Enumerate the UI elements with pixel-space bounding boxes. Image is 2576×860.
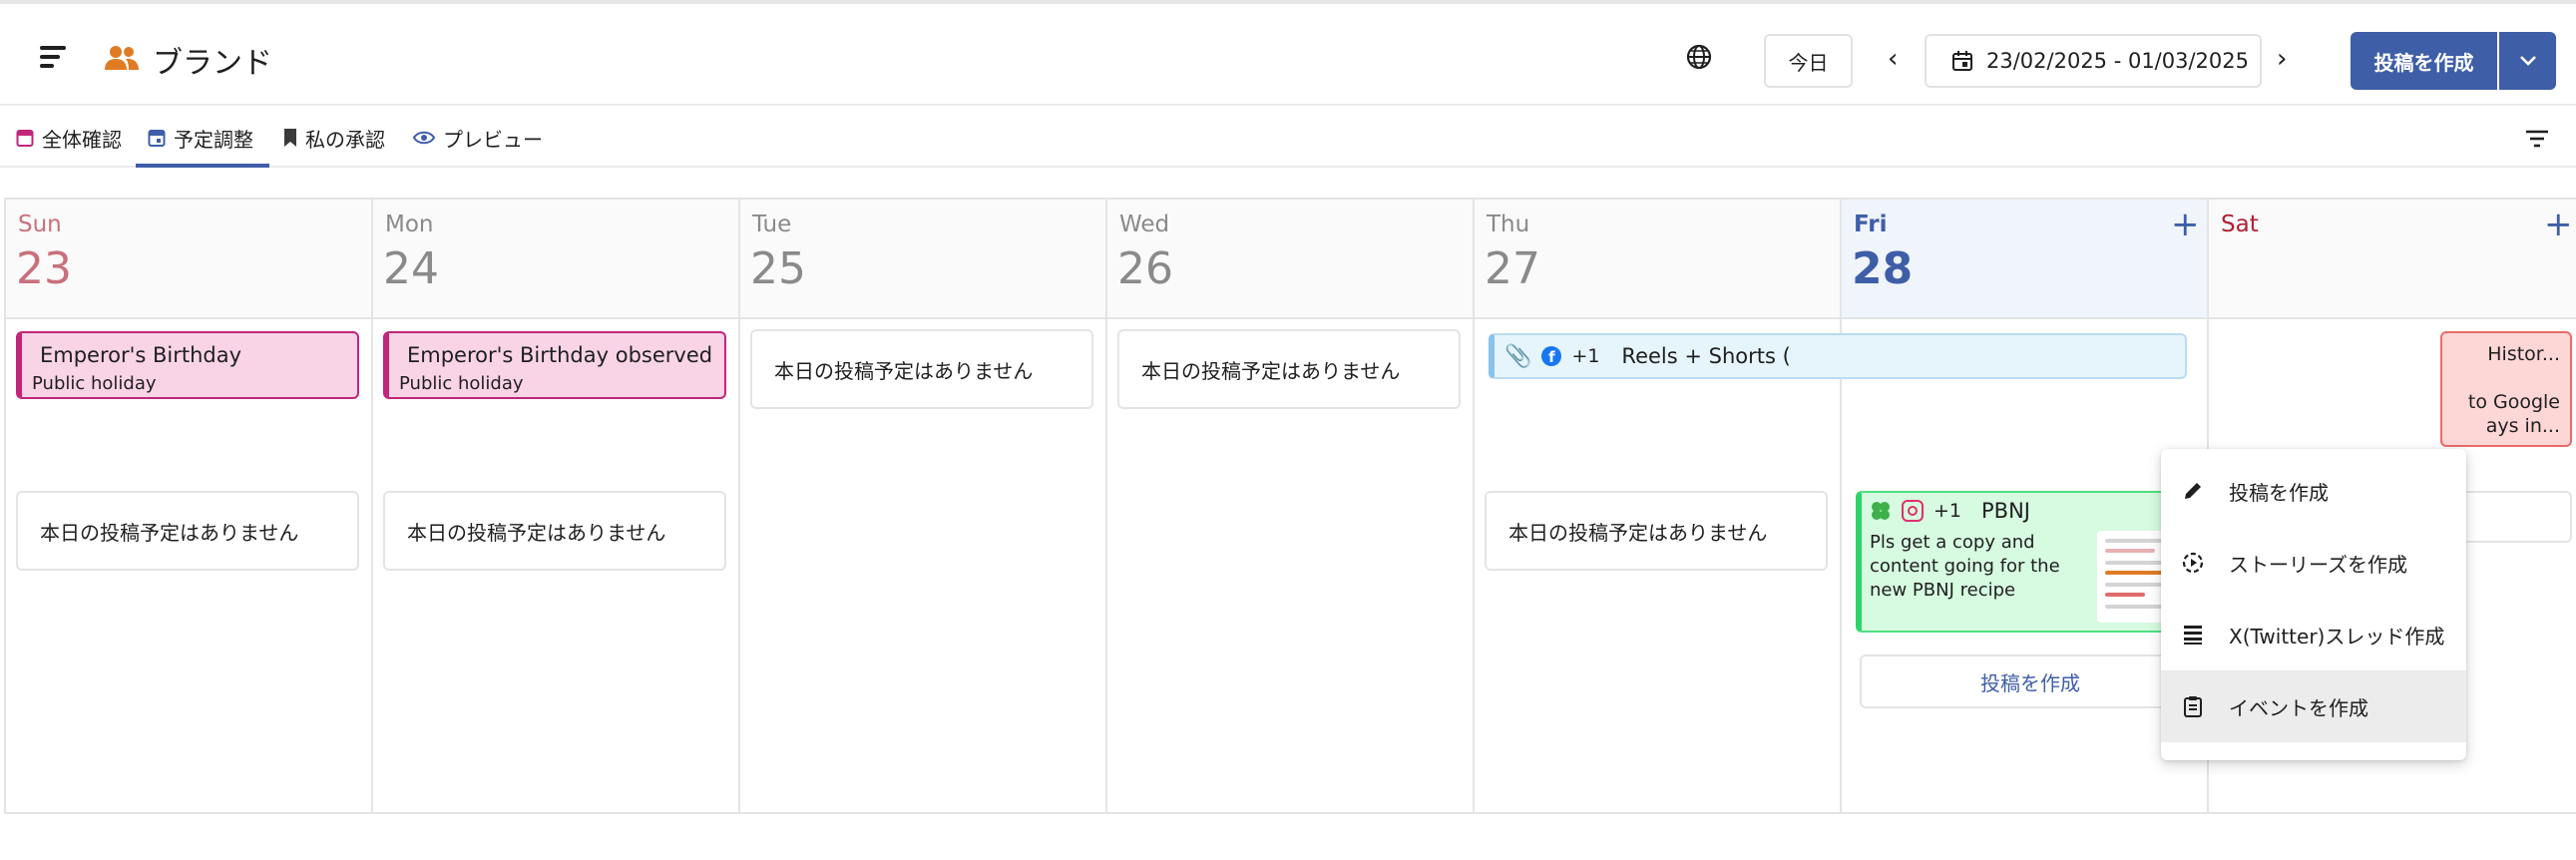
next-week-button[interactable]: › [2277, 44, 2287, 74]
day-column-wed: Wed 26 本日の投稿予定はありません [1107, 200, 1475, 814]
view-tabs: 全体確認 予定調整 私の承認 プレビュー [0, 108, 2576, 168]
globe-icon[interactable] [1684, 42, 1714, 72]
active-tab-indicator [136, 164, 269, 168]
extra-channel-count: +1 [1933, 500, 1962, 522]
prev-week-button[interactable]: ‹ [1888, 44, 1898, 74]
holiday-subtitle: Public holiday [399, 373, 524, 394]
day-of-week: Sun [18, 212, 62, 237]
day-column-mon: Mon 24 Emperor's Birthday observed Publi… [373, 200, 740, 814]
create-menu: 投稿を作成 ストーリーズを作成 X(Twitter)スレッド作成 イベントを作成 [2161, 449, 2466, 760]
filter-icon[interactable] [2524, 128, 2550, 150]
calendar-icon [16, 130, 34, 147]
empty-day-card: 本日の投稿予定はありません [383, 491, 726, 571]
tab-schedule[interactable]: 予定調整 [148, 122, 253, 154]
tab-overview[interactable]: 全体確認 [16, 122, 122, 154]
day-column-sun: Sun 23 Emperor's Birthday Public holiday… [6, 200, 373, 814]
day-of-week: Tue [752, 212, 792, 237]
empty-day-card: 本日の投稿予定はありません [16, 491, 359, 571]
date-range-picker[interactable]: 23/02/2025 - 01/03/2025 [1925, 34, 2262, 88]
empty-day-card: 本日の投稿予定はありません [1117, 329, 1461, 409]
day-of-week: Thu [1487, 212, 1530, 237]
calendar-today-icon [148, 130, 166, 147]
post-description: Pls get a copy and content going for the… [1870, 532, 2060, 601]
sat-event-card[interactable]: Histor... to Google ays in... [2440, 331, 2572, 447]
day-header: Mon 24 [373, 200, 738, 319]
pencil-icon [2185, 483, 2201, 499]
holiday-event[interactable]: Emperor's Birthday observed Public holid… [383, 331, 726, 399]
thread-icon [2184, 626, 2202, 645]
holiday-event[interactable]: Emperor's Birthday Public holiday [16, 331, 359, 399]
menu-icon[interactable] [40, 46, 66, 68]
extra-channel-count: +1 [1571, 345, 1600, 367]
day-of-week: Sat [2221, 212, 2259, 237]
day-header: Sun 23 [6, 200, 371, 319]
event-title: Reels + Shorts ( [1621, 344, 1791, 368]
post-card-header: +1 PBNJ [1870, 499, 2030, 523]
day-header: Thu 27 [1475, 200, 1840, 319]
day-column-thu: Thu 27 本日の投稿予定はありません [1475, 200, 1842, 814]
day-header: Tue 25 [740, 200, 1105, 319]
day-of-week: Wed [1119, 212, 1170, 237]
day-of-week: Mon [385, 212, 434, 237]
day-number: 23 [16, 243, 72, 294]
facebook-icon: f [1541, 346, 1562, 366]
menu-item-create-thread[interactable]: X(Twitter)スレッド作成 [2161, 599, 2466, 670]
top-bar: ブランド 今日 ‹ 23/02/2025 - 01/03/2025 › 投稿を作… [0, 8, 2576, 106]
post-card-pbnj[interactable]: +1 PBNJ Pls get a copy and content going… [1856, 491, 2201, 633]
clover-icon [1872, 502, 1890, 520]
day-number: 25 [750, 243, 806, 294]
day-column-tue: Tue 25 本日の投稿予定はありません [740, 200, 1107, 814]
reels-shorts-event[interactable]: 📎 f +1 Reels + Shorts ( [1489, 333, 2187, 379]
holiday-title: Emperor's Birthday [40, 343, 242, 367]
attachment-icon: 📎 [1504, 343, 1532, 369]
date-range-text: 23/02/2025 - 01/03/2025 [1986, 49, 2250, 73]
page-title: ブランド [153, 46, 272, 81]
app-frame: ブランド 今日 ‹ 23/02/2025 - 01/03/2025 › 投稿を作… [0, 0, 2576, 860]
holiday-subtitle: Public holiday [32, 373, 157, 394]
week-calendar: Sun 23 Emperor's Birthday Public holiday… [4, 198, 2576, 814]
users-icon [105, 46, 139, 70]
post-title: PBNJ [1981, 499, 2030, 523]
add-post-button[interactable]: + [2171, 208, 2200, 241]
eye-icon [413, 131, 435, 145]
day-number: 26 [1117, 243, 1173, 294]
chevron-down-icon [2519, 56, 2536, 66]
create-post-button[interactable]: 投稿を作成 [2351, 32, 2497, 90]
day-header: Fri 28 + [1842, 200, 2207, 319]
day-number: 24 [383, 243, 439, 294]
empty-day-card: 本日の投稿予定はありません [750, 329, 1093, 409]
tab-my-approvals[interactable]: 私の承認 [283, 122, 385, 154]
day-number: 28 [1852, 243, 1914, 294]
add-post-button[interactable]: + [2544, 208, 2573, 241]
clipboard-icon [2184, 696, 2202, 717]
day-header: Sat + [2209, 200, 2576, 319]
holiday-title: Emperor's Birthday observed [407, 343, 713, 367]
menu-item-create-post[interactable]: 投稿を作成 [2161, 455, 2466, 527]
day-number: 27 [1485, 243, 1540, 294]
instagram-icon [1902, 500, 1924, 522]
day-header: Wed 26 [1107, 200, 1473, 319]
menu-item-create-event[interactable]: イベントを作成 [2161, 670, 2466, 742]
today-button[interactable]: 今日 [1764, 34, 1853, 88]
create-post-link[interactable]: 投稿を作成 [1860, 654, 2201, 708]
tab-preview[interactable]: プレビュー [413, 122, 543, 154]
bookmark-icon [284, 129, 296, 147]
create-options-button[interactable] [2499, 32, 2556, 90]
empty-day-card: 本日の投稿予定はありません [1485, 491, 1828, 571]
story-icon [2182, 552, 2204, 574]
menu-item-create-story[interactable]: ストーリーズを作成 [2161, 527, 2466, 599]
day-of-week: Fri [1854, 212, 1888, 237]
calendar-icon [1952, 51, 1972, 71]
